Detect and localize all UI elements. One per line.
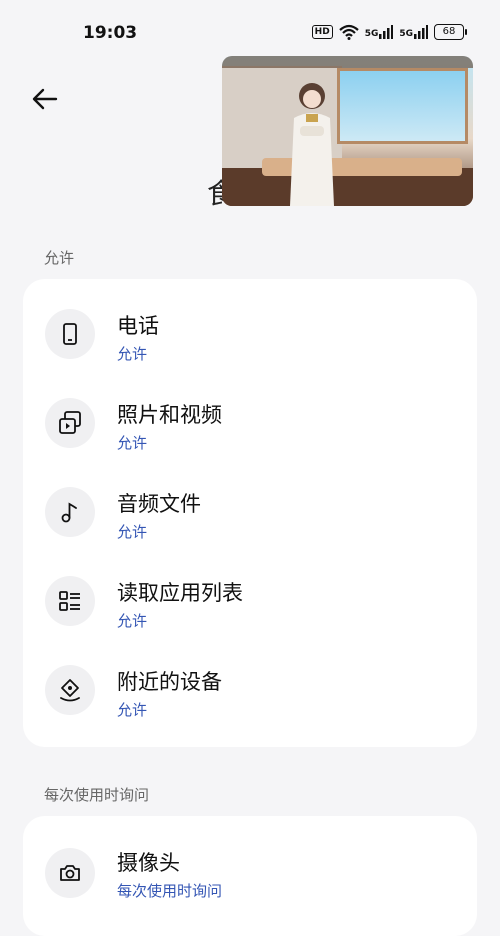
app-list-icon xyxy=(45,576,95,626)
permission-row-nearby-devices[interactable]: 附近的设备 允许 xyxy=(23,635,477,723)
permission-row-camera[interactable]: 摄像头 每次使用时询问 xyxy=(23,816,477,904)
cellular-signal-1-icon: 5G xyxy=(365,25,394,39)
wifi-icon xyxy=(338,24,359,40)
back-arrow-icon xyxy=(32,88,58,110)
floating-game-window[interactable] xyxy=(222,56,473,206)
status-icons: HD 5G 5G 68 xyxy=(311,24,467,40)
permission-title: 读取应用列表 xyxy=(117,581,243,605)
section-label-allowed: 允许 xyxy=(44,249,75,267)
permission-status: 允许 xyxy=(117,434,148,452)
permission-row-phone[interactable]: 电话 允许 xyxy=(23,279,477,367)
permission-title: 摄像头 xyxy=(117,851,180,875)
status-time: 19:03 xyxy=(83,23,138,43)
permission-status: 每次使用时询问 xyxy=(117,882,223,900)
cellular-signal-2-icon: 5G xyxy=(399,25,428,39)
hd-voice-icon: HD xyxy=(311,25,333,39)
game-character-image xyxy=(290,83,334,206)
permission-title: 电话 xyxy=(117,314,159,338)
permission-title: 音频文件 xyxy=(117,492,201,516)
phone-icon xyxy=(45,309,95,359)
music-note-icon xyxy=(45,487,95,537)
preview-window-scenery xyxy=(337,68,468,144)
photos-videos-icon xyxy=(45,398,95,448)
permission-row-audio[interactable]: 音频文件 允许 xyxy=(23,457,477,545)
section-label-ask-every-time: 每次使用时询问 xyxy=(44,786,150,804)
back-button[interactable] xyxy=(30,84,60,114)
permission-status: 允许 xyxy=(117,523,148,541)
permission-status: 允许 xyxy=(117,612,148,630)
ask-permissions-card: 摄像头 每次使用时询问 xyxy=(23,816,477,936)
permission-status: 允许 xyxy=(117,345,148,363)
permission-status: 允许 xyxy=(117,701,148,719)
status-bar: 19:03 HD 5G 5G 68 xyxy=(0,0,500,60)
permission-row-app-list[interactable]: 读取应用列表 允许 xyxy=(23,546,477,634)
nearby-devices-icon xyxy=(45,665,95,715)
allowed-permissions-card: 电话 允许 照片和视频 允许 音频文件 允许 读取应用列表 允许 附近的设备 允… xyxy=(23,279,477,747)
permission-title: 附近的设备 xyxy=(117,670,222,694)
preview-hud-bar xyxy=(222,56,473,68)
permission-row-photos-videos[interactable]: 照片和视频 允许 xyxy=(23,368,477,456)
permission-title: 照片和视频 xyxy=(117,403,222,427)
camera-icon xyxy=(45,848,95,898)
battery-icon: 68 xyxy=(434,24,467,40)
